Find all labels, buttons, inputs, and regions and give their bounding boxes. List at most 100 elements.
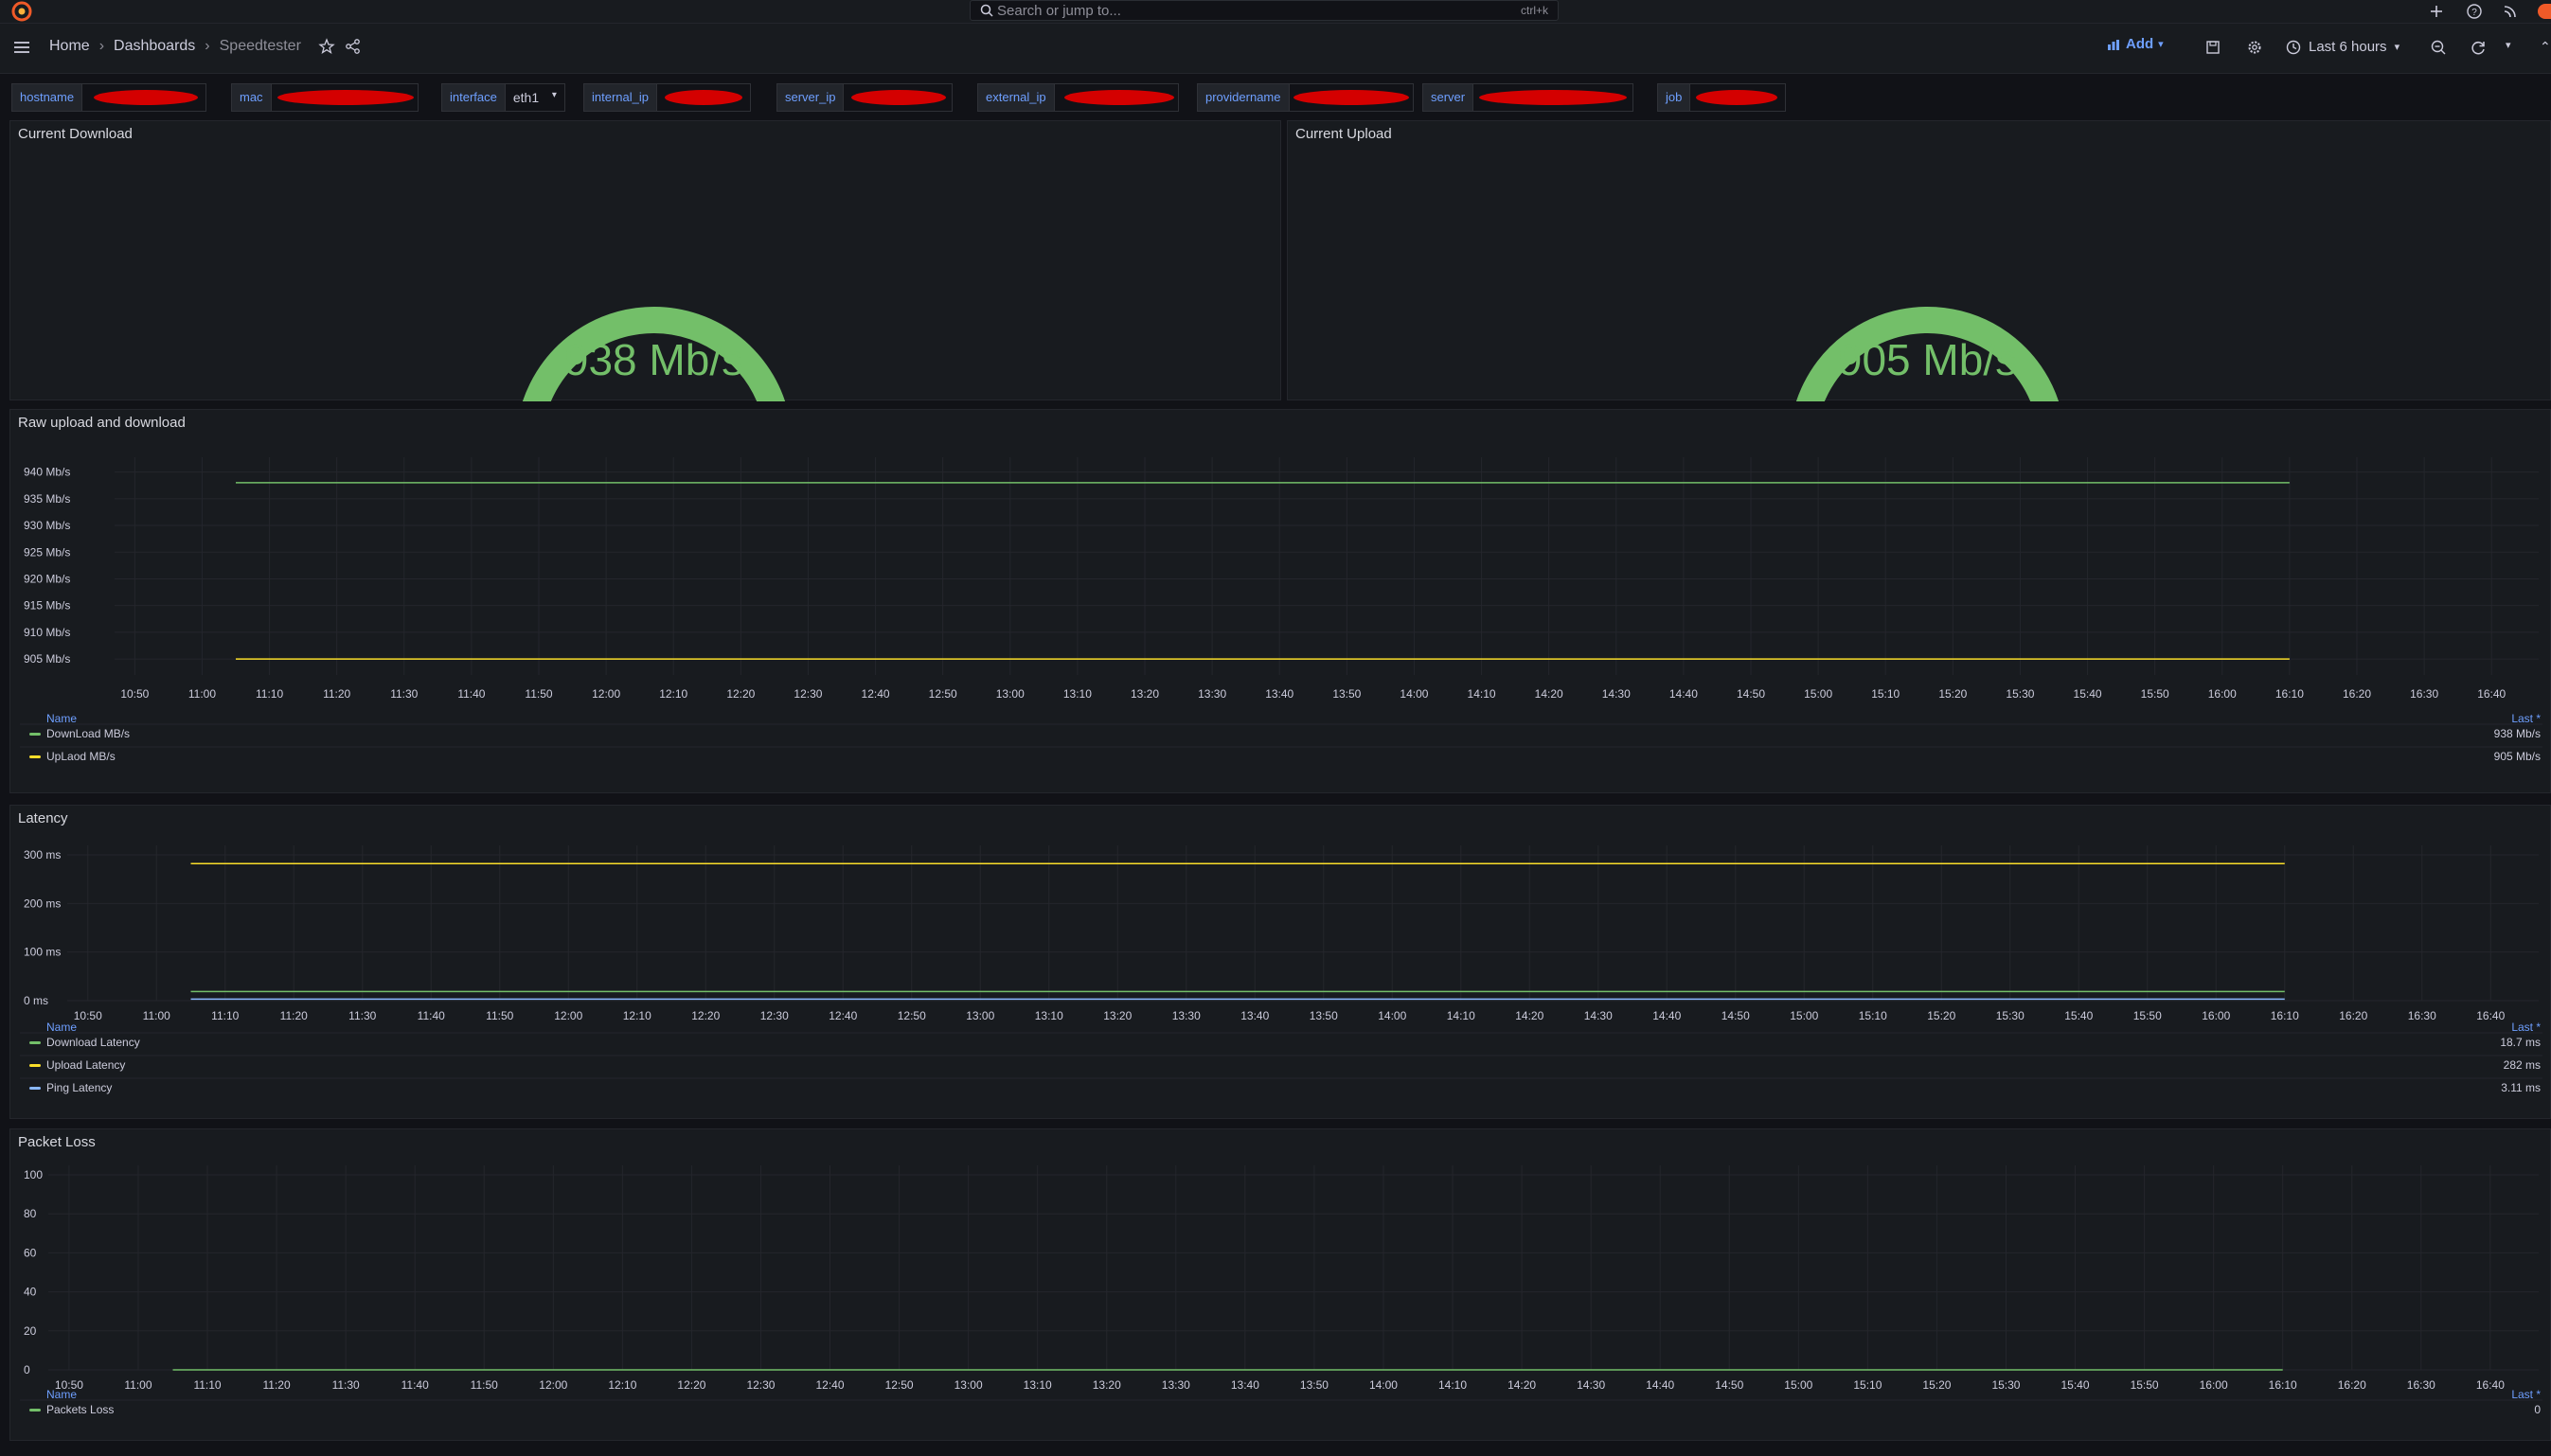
- star-icon[interactable]: [318, 38, 335, 55]
- x-tick-label: 12:30: [746, 1378, 775, 1392]
- x-tick-label: 15:20: [1922, 1378, 1951, 1392]
- zoom-out-icon[interactable]: [2430, 39, 2447, 56]
- plus-icon[interactable]: [2428, 3, 2445, 20]
- x-tick-label: 13:50: [1300, 1378, 1329, 1392]
- x-tick-label: 13:40: [1231, 1378, 1259, 1392]
- help-icon[interactable]: ?: [2466, 3, 2483, 20]
- legend-series-name: UpLaod MB/s: [46, 750, 116, 763]
- variable-hostname[interactable]: hostname: [11, 83, 207, 112]
- variable-value[interactable]: [1473, 83, 1634, 112]
- y-tick-label: 935 Mb/s: [24, 492, 70, 506]
- x-tick-label: 16:00: [2200, 1378, 2228, 1392]
- x-tick-label: 13:20: [1103, 1009, 1132, 1022]
- x-tick-label: 11:10: [211, 1009, 239, 1022]
- x-tick-label: 16:20: [2339, 1009, 2367, 1022]
- legend-last-header: Last *: [2511, 712, 2541, 725]
- variable-value[interactable]: eth1 ▾: [505, 83, 565, 112]
- legend-swatch: [29, 733, 41, 736]
- breadcrumb-home[interactable]: Home: [49, 38, 90, 55]
- variable-internal-ip[interactable]: internal_ip: [583, 83, 751, 112]
- legend-last-value: 0: [2534, 1403, 2541, 1416]
- variable-job[interactable]: job: [1657, 83, 1787, 112]
- time-range-picker[interactable]: Last 6 hours ▾: [2286, 39, 2399, 55]
- x-tick-label: 16:20: [2338, 1378, 2366, 1392]
- save-icon[interactable]: [2204, 39, 2221, 56]
- y-tick-label: 920 Mb/s: [24, 572, 70, 585]
- y-tick-label: 20: [24, 1324, 37, 1338]
- x-tick-label: 13:10: [1063, 687, 1092, 701]
- legend-swatch: [29, 1041, 41, 1044]
- variable-value[interactable]: [82, 83, 207, 112]
- legend-series-name: Upload Latency: [46, 1058, 125, 1072]
- x-tick-label: 11:50: [471, 1378, 498, 1392]
- redaction-mark: [665, 90, 742, 105]
- add-label: Add: [2126, 36, 2154, 52]
- gauge-value: 938 Mb/s: [564, 335, 743, 384]
- variable-value[interactable]: [657, 83, 751, 112]
- top-bar: Search or jump to... ctrl+k ?: [0, 0, 2551, 24]
- y-tick-label: 40: [24, 1286, 37, 1299]
- panel-current-upload: Current Upload 905 Mb/s01000: [1287, 120, 2551, 401]
- x-tick-label: 11:50: [486, 1009, 513, 1022]
- x-tick-label: 16:30: [2407, 1378, 2435, 1392]
- x-tick-label: 13:00: [996, 687, 1025, 701]
- x-tick-label: 12:20: [726, 687, 755, 701]
- variable-value[interactable]: [844, 83, 954, 112]
- collapse-icon[interactable]: ⌃: [2540, 39, 2551, 56]
- variable-label: mac: [231, 83, 272, 112]
- legend-series-name: DownLoad MB/s: [46, 727, 130, 740]
- x-tick-label: 11:20: [323, 687, 350, 701]
- x-tick-label: 11:20: [280, 1009, 308, 1022]
- menu-icon[interactable]: [11, 37, 32, 58]
- x-tick-label: 14:40: [1652, 1009, 1681, 1022]
- variable-providername[interactable]: providername: [1197, 83, 1414, 112]
- grafana-logo-icon[interactable]: [11, 1, 32, 22]
- news-icon[interactable]: [2502, 3, 2519, 20]
- legend-name-header: Name: [46, 712, 77, 725]
- variable-value[interactable]: [1289, 83, 1414, 112]
- search-input[interactable]: Search or jump to... ctrl+k: [970, 0, 1559, 21]
- breadcrumb: Home › Dashboards › Speedtester: [49, 38, 362, 55]
- x-tick-label: 15:40: [2064, 1009, 2093, 1022]
- x-tick-label: 12:50: [929, 687, 957, 701]
- chevron-down-icon: ▾: [2394, 42, 2400, 53]
- variable-value[interactable]: [1690, 83, 1787, 112]
- settings-gear-icon[interactable]: [2246, 39, 2263, 56]
- redaction-mark: [1063, 90, 1174, 105]
- x-tick-label: 11:40: [457, 687, 485, 701]
- raw-upload-download-chart: 940 Mb/s 935 Mb/s 930 Mb/s 925 Mb/s 920 Mb/s…: [20, 457, 2542, 763]
- x-tick-label: 12:40: [816, 1378, 845, 1392]
- x-tick-label: 14:10: [1438, 1378, 1467, 1392]
- x-tick-label: 12:10: [623, 1009, 651, 1022]
- refresh-chevron-down-icon[interactable]: ▾: [2506, 39, 2523, 56]
- x-tick-label: 15:10: [1853, 1378, 1882, 1392]
- variable-server-ip[interactable]: server_ip: [776, 83, 954, 112]
- x-tick-label: 10:50: [74, 1009, 102, 1022]
- x-tick-label: 11:40: [418, 1009, 445, 1022]
- panel-latency: Latency 300 ms 200 ms 100 ms 0 ms 10:50 11:00…: [9, 805, 2551, 1119]
- x-tick-label: 15:40: [2061, 1378, 2090, 1392]
- variable-value[interactable]: [1054, 83, 1179, 112]
- legend-last-header: Last *: [2511, 1021, 2541, 1034]
- redaction-mark: [1293, 90, 1409, 105]
- variable-external-ip[interactable]: external_ip: [977, 83, 1179, 112]
- x-tick-label: 11:30: [348, 1009, 376, 1022]
- x-tick-label: 12:10: [608, 1378, 636, 1392]
- variable-value[interactable]: [271, 83, 419, 112]
- legend-name-header: Name: [46, 1021, 77, 1034]
- variable-interface[interactable]: interface eth1 ▾: [441, 83, 565, 112]
- variable-server[interactable]: server: [1422, 83, 1634, 112]
- variable-mac[interactable]: mac: [231, 83, 419, 112]
- x-tick-label: 13:30: [1162, 1378, 1190, 1392]
- breadcrumb-dashboards[interactable]: Dashboards: [114, 38, 195, 55]
- x-tick-label: 14:30: [1577, 1378, 1605, 1392]
- x-tick-label: 16:10: [2275, 687, 2304, 701]
- x-tick-label: 12:20: [691, 1009, 720, 1022]
- user-avatar[interactable]: [2538, 4, 2551, 19]
- add-button[interactable]: Add ▾: [2106, 36, 2164, 52]
- share-icon[interactable]: [345, 38, 362, 55]
- search-icon: [980, 4, 993, 17]
- refresh-icon[interactable]: [2470, 39, 2487, 56]
- legend-last-value: 938 Mb/s: [2494, 727, 2541, 740]
- y-tick-label: 60: [24, 1246, 37, 1259]
